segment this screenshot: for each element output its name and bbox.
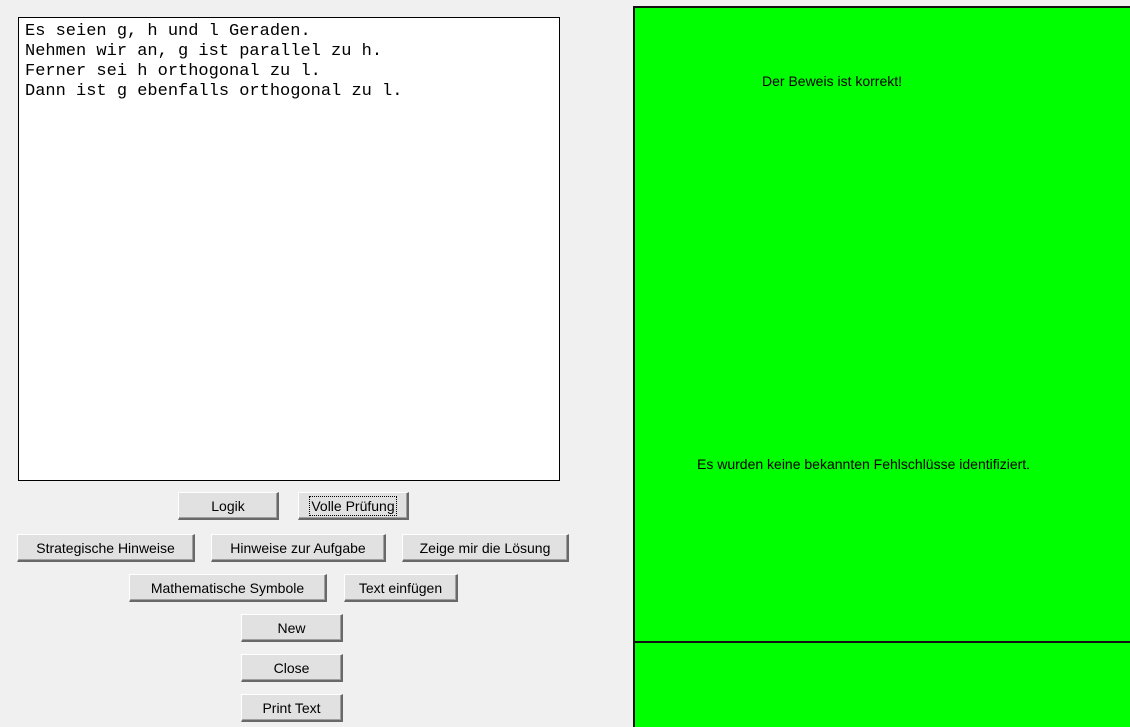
result-title: Der Beweis ist korrekt! <box>762 73 903 89</box>
zeige-loesung-button[interactable]: Zeige mir die Lösung <box>402 534 569 562</box>
text-einfuegen-button[interactable]: Text einfügen <box>344 574 458 602</box>
close-button-label: Close <box>273 659 310 676</box>
fallacy-message: Es wurden keine bekannten Fehlschlüsse i… <box>697 456 1031 472</box>
mathematische-symbole-button-label: Mathematische Symbole <box>150 579 305 596</box>
proof-checker-window: Es seien g, h und l Geraden. Nehmen wir a… <box>0 0 1130 727</box>
input-panel: Es seien g, h und l Geraden. Nehmen wir a… <box>0 0 633 727</box>
new-button[interactable]: New <box>241 614 343 642</box>
close-button[interactable]: Close <box>241 654 343 682</box>
strategische-hinweise-button[interactable]: Strategische Hinweise <box>17 534 195 562</box>
hinweise-zur-aufgabe-button[interactable]: Hinweise zur Aufgabe <box>211 534 386 562</box>
strategische-hinweise-button-label: Strategische Hinweise <box>36 539 175 556</box>
proof-text-editor[interactable]: Es seien g, h und l Geraden. Nehmen wir a… <box>18 17 560 481</box>
proof-line-3: Ferner sei h orthogonal zu l. <box>25 62 321 81</box>
mathematische-symbole-button[interactable]: Mathematische Symbole <box>129 574 327 602</box>
text-einfuegen-button-label: Text einfügen <box>358 579 443 596</box>
volle-pruefung-button[interactable]: Volle Prüfung <box>298 492 409 520</box>
volle-pruefung-button-label: Volle Prüfung <box>309 495 397 516</box>
zeige-loesung-button-label: Zeige mir die Lösung <box>419 539 551 556</box>
print-text-button[interactable]: Print Text <box>241 694 343 722</box>
result-divider <box>635 641 1130 643</box>
print-text-button-label: Print Text <box>262 699 321 716</box>
new-button-label: New <box>277 619 306 636</box>
result-panel: Der Beweis ist korrekt! Es wurden keine … <box>633 6 1130 727</box>
hinweise-zur-aufgabe-button-label: Hinweise zur Aufgabe <box>230 539 366 556</box>
proof-line-2: Nehmen wir an, g ist parallel zu h. <box>25 42 383 61</box>
proof-line-1: Es seien g, h und l Geraden. <box>25 22 311 41</box>
proof-line-4: Dann ist g ebenfalls orthogonal zu l. <box>25 82 403 101</box>
logik-button-label: Logik <box>211 497 245 514</box>
logik-button[interactable]: Logik <box>178 492 279 520</box>
